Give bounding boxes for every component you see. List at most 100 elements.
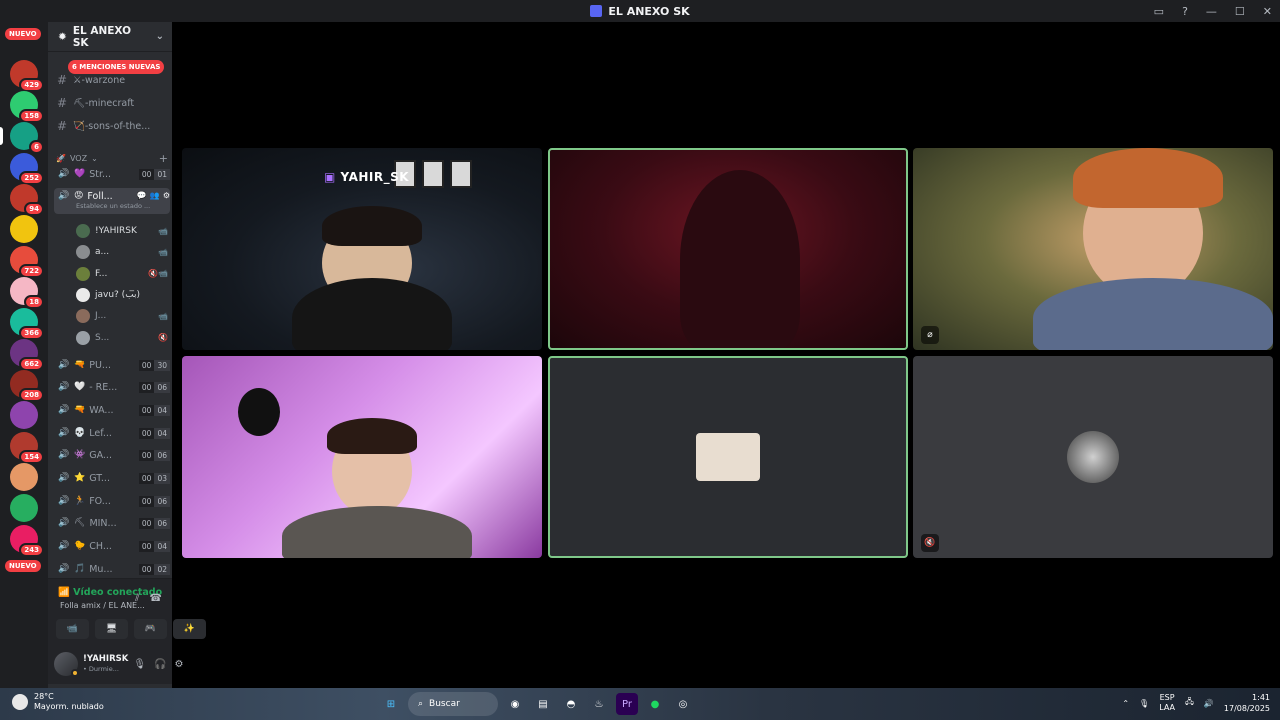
gear-icon[interactable]: ⚙ — [174, 659, 183, 670]
channel-status[interactable]: Establece un estado ... — [76, 202, 150, 210]
window-title-text: EL ANEXO SK — [608, 4, 690, 18]
lang-layout: LAA — [1159, 703, 1175, 712]
server-icon[interactable]: 662 — [10, 339, 44, 371]
speaker-icon: 🔊 — [58, 496, 70, 506]
speaker-icon: 🔊 — [58, 191, 70, 201]
voice-member[interactable]: javu? (ب̅ب) — [76, 285, 168, 305]
server-icon[interactable]: 18 — [10, 277, 44, 309]
weather-widget[interactable]: 28°C Mayorm. nublado — [12, 692, 104, 712]
speaker-icon: 🔊 — [58, 360, 70, 370]
headphones-icon[interactable]: 🎧 — [154, 659, 166, 670]
avatar[interactable] — [54, 652, 79, 677]
server-icon[interactable]: 154 — [10, 432, 44, 464]
close-button[interactable]: ✕ — [1263, 5, 1272, 18]
voice-channel[interactable]: 🔊 😡 Foll... 💬 👥 ⚙ Establece un estado ... — [54, 188, 170, 214]
maximize-button[interactable]: ☐ — [1235, 5, 1245, 18]
start-icon[interactable]: ⊞ — [380, 693, 402, 715]
server-icon[interactable]: 243 — [10, 525, 44, 557]
text-channel[interactable]: # ⚔-warzone — [56, 70, 168, 90]
microphone-icon[interactable]: 🎙 — [133, 659, 146, 670]
voice-member[interactable]: a... 📹 — [76, 242, 168, 262]
microphone-icon[interactable]: 🎙 — [1139, 699, 1149, 708]
text-channel[interactable]: # ⛏-minecraft — [56, 93, 168, 113]
language-indicator[interactable]: ESP LAA — [1159, 693, 1175, 713]
server-icon[interactable]: 366 — [10, 308, 44, 340]
video-tile-glasses[interactable] — [182, 356, 542, 558]
camera-button[interactable]: 📹 — [56, 619, 89, 639]
server-icon[interactable] — [10, 215, 38, 243]
voice-channel[interactable]: 🔊 🔫 WA... 00 04 — [54, 400, 170, 420]
voice-channel[interactable]: 🔊 🐤 CH... 00 04 — [54, 536, 170, 556]
avatar — [76, 224, 90, 238]
gear-icon[interactable]: ⚙ — [163, 191, 170, 200]
voice-channel[interactable]: 🔊 🤍 - RE... 00 06 — [54, 377, 170, 397]
voice-channel[interactable]: 🔊 🎵 Mu... 00 02 — [54, 559, 170, 579]
person-hair — [322, 206, 422, 246]
server-icon[interactable]: 6 — [0, 122, 44, 154]
hash-icon: # — [56, 96, 68, 110]
guild-header[interactable]: ✹ EL ANEXO SK ⌄ — [48, 22, 172, 52]
steam-icon[interactable]: ♨ — [588, 693, 610, 715]
video-tile-avatar[interactable] — [548, 356, 908, 558]
channel-emoji: ⭐ — [74, 473, 86, 483]
avatar — [76, 266, 90, 281]
voice-member[interactable]: S... 🔇 — [76, 328, 168, 348]
server-icon[interactable]: 158 — [10, 91, 44, 123]
discord-icon[interactable]: ◓ — [560, 693, 582, 715]
member-name: J... — [95, 311, 107, 322]
clock[interactable]: 1:41 17/08/2025 — [1224, 692, 1270, 714]
voice-member[interactable]: J... 📹 — [76, 306, 168, 326]
person-body — [292, 278, 452, 350]
server-icon[interactable] — [10, 494, 38, 522]
voice-member[interactable]: !YAHIRSK 📹 — [76, 221, 168, 241]
new-badge-top[interactable]: NUEVO — [5, 28, 41, 40]
soundboard-button[interactable]: ✨ — [173, 619, 206, 639]
disconnect-icon[interactable]: ☎ — [150, 593, 162, 604]
noise-suppression-icon[interactable]: ⫽ — [135, 593, 139, 604]
count-current: 00 — [138, 427, 155, 439]
voice-channel[interactable]: 🔊 🔫 PU... 00 30 — [54, 355, 170, 375]
video-tile-dark[interactable] — [548, 148, 908, 350]
chevron-up-icon[interactable]: ⌃ — [1122, 699, 1129, 708]
obs-icon[interactable]: ◎ — [672, 693, 694, 715]
invite-icon[interactable]: 👥 — [150, 191, 160, 200]
voice-channel[interactable]: 🔊 💀 Lef... 00 04 — [54, 423, 170, 443]
voice-channel[interactable]: 🔊 ⭐ GT... 00 03 — [54, 468, 170, 488]
voice-member[interactable]: F... 🔇📹 — [76, 264, 168, 284]
channel-name: GA... — [89, 449, 112, 461]
spotify-icon[interactable]: ● — [644, 693, 666, 715]
server-icon[interactable]: 94 — [10, 184, 44, 216]
user-names[interactable]: !YAHIRSK • Durmie... — [83, 654, 128, 674]
video-tile-yahirsk[interactable]: ▣ YAHIR_SK — [182, 148, 542, 350]
count-limit: 06 — [154, 381, 170, 393]
server-icon[interactable]: 429 — [10, 60, 44, 92]
voice-channel[interactable]: 🔊 🏃 FO... 00 06 — [54, 491, 170, 511]
chat-icon[interactable]: 💬 — [137, 191, 147, 200]
server-icon[interactable] — [10, 463, 38, 491]
text-channel[interactable]: # 🏹-sons-of-the... — [56, 116, 168, 136]
volume-icon[interactable]: 🔊 — [1204, 699, 1214, 708]
channel-emoji: 🔫 — [74, 360, 86, 370]
network-icon[interactable]: 🖧 — [1185, 696, 1194, 710]
server-icon[interactable]: 722 — [10, 246, 44, 278]
search-box[interactable]: ⌕ Buscar — [408, 692, 498, 716]
video-tile-muted[interactable]: 🔇 — [913, 356, 1273, 558]
inbox-icon[interactable]: ▭ — [1154, 5, 1164, 18]
screen-share-button[interactable]: 🖥 — [95, 619, 128, 639]
voice-channel[interactable]: 🔊 ⛏ MIN... 00 06 — [54, 513, 170, 533]
chrome-icon[interactable]: ◉ — [504, 693, 526, 715]
voice-channel[interactable]: 🔊 👾 GA... 00 06 — [54, 445, 170, 465]
voice-channel[interactable]: 🔊 💜 Str... 00 01 — [54, 164, 170, 184]
count-limit: 03 — [154, 472, 170, 484]
server-icon[interactable] — [10, 401, 38, 429]
server-icon[interactable]: 208 — [10, 370, 44, 402]
video-tile-headset[interactable]: ⌀ — [913, 148, 1273, 350]
explorer-icon[interactable]: ▤ — [532, 693, 554, 715]
server-icon[interactable]: 252 — [10, 153, 44, 185]
activity-button[interactable]: 🎮 — [134, 619, 167, 639]
new-badge-bottom[interactable]: NUEVO — [5, 560, 41, 572]
minimize-button[interactable]: — — [1206, 5, 1217, 18]
channel-emoji: 🐤 — [74, 541, 86, 551]
help-icon[interactable]: ? — [1182, 5, 1188, 18]
premiere-icon[interactable]: Pr — [616, 693, 638, 715]
